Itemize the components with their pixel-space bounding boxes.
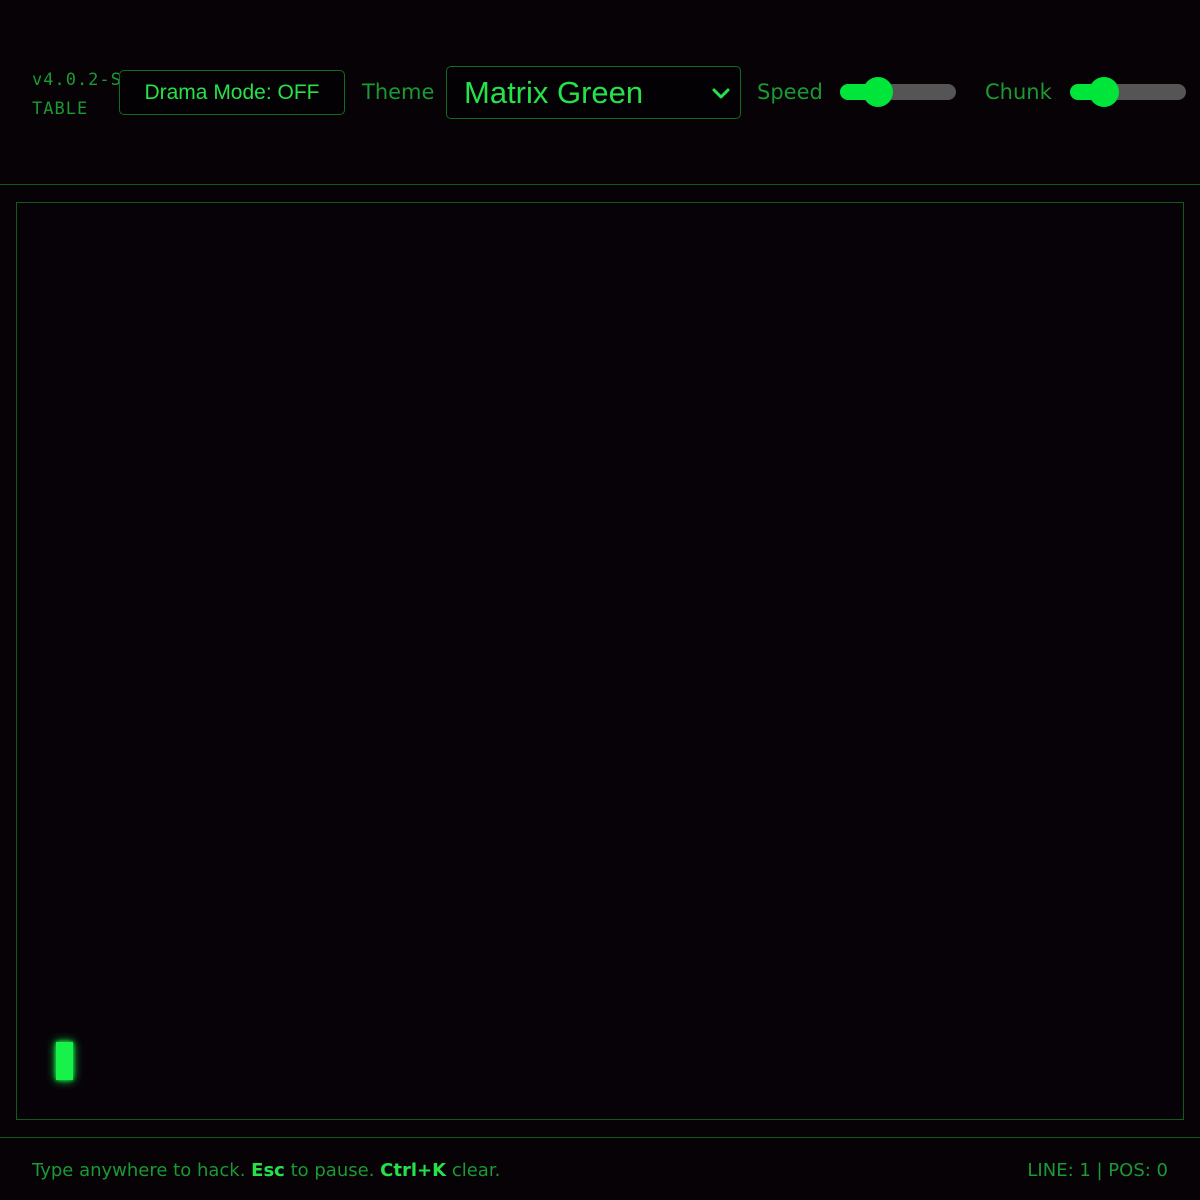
top-toolbar: v4.0.2-STABLE Drama Mode: OFF Theme Matr…	[0, 0, 1200, 185]
hint-prefix: Type anywhere to hack.	[32, 1160, 246, 1181]
drama-mode-button[interactable]: Drama Mode: OFF	[119, 70, 345, 115]
terminal-output-area[interactable]	[16, 202, 1184, 1120]
speed-slider-thumb[interactable]	[863, 77, 893, 107]
theme-select-value: Matrix Green	[464, 74, 644, 110]
hint-text: Type anywhere to hack. Esc to pause. Ctr…	[32, 1160, 500, 1181]
chunk-slider[interactable]	[1070, 77, 1186, 107]
speed-label: Speed	[757, 80, 823, 104]
version-label: v4.0.2-STABLE	[32, 70, 122, 119]
chunk-slider-thumb[interactable]	[1089, 77, 1119, 107]
hint-key-esc: Esc	[251, 1160, 285, 1181]
chevron-down-icon	[712, 88, 730, 99]
speed-slider[interactable]	[840, 77, 956, 107]
blinking-cursor	[56, 1042, 73, 1080]
hint-suffix: clear.	[451, 1160, 501, 1181]
chunk-label: Chunk	[985, 80, 1052, 104]
hint-key-ctrl-k: Ctrl+K	[380, 1160, 447, 1181]
cursor-status: LINE: 1 | POS: 0	[1027, 1160, 1168, 1181]
theme-select[interactable]: Matrix Green	[446, 66, 741, 119]
footer-bar: Type anywhere to hack. Esc to pause. Ctr…	[0, 1137, 1200, 1200]
theme-label: Theme	[362, 80, 435, 104]
hint-middle: to pause.	[290, 1160, 375, 1181]
